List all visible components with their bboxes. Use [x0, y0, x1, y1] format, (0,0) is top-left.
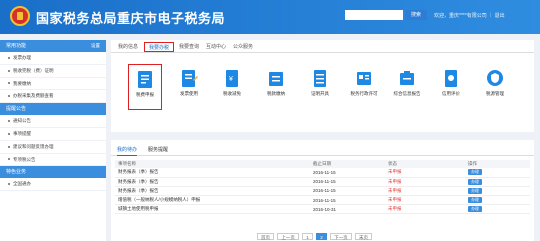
certificate-icon	[314, 70, 326, 87]
tile-tax-relief[interactable]: ¥ 税收减免	[215, 64, 249, 110]
handle-button[interactable]: 办理	[468, 206, 482, 213]
bullet-icon	[8, 95, 10, 98]
handle-button[interactable]: 办理	[468, 187, 482, 194]
tab-interaction[interactable]: 互动中心	[204, 42, 228, 52]
sidebar-item[interactable]: 发票办理	[0, 52, 106, 65]
sidebar: 常用功能 设置 发票办理 税收完税（费）证明 我要缴纳 办税采集及费额查看 提醒…	[0, 40, 106, 241]
tax-declaration-icon	[138, 71, 152, 88]
report-icon	[400, 71, 414, 85]
table-header-row: 事项名称 截止日期 状态 操作	[115, 160, 530, 168]
tile-certificate[interactable]: 证明开具	[303, 64, 337, 110]
sidebar-section-common[interactable]: 常用功能 设置	[0, 40, 106, 52]
tile-credit[interactable]: 信用评价	[434, 64, 468, 110]
search-input[interactable]	[345, 10, 403, 20]
tile-tax-payment[interactable]: 税款缴纳	[259, 64, 293, 110]
page-button-current[interactable]: 2	[316, 233, 327, 240]
sidebar-item[interactable]: 建议和问题反馈办理	[0, 141, 106, 154]
credit-icon	[445, 70, 457, 87]
bullet-icon	[8, 132, 10, 135]
tile-tax-source[interactable]: 税源管理	[478, 64, 512, 110]
section-title: 常用功能	[6, 43, 27, 49]
tab-my-todo[interactable]: 我的待办	[117, 146, 138, 156]
section-title: 提醒公告	[6, 106, 27, 113]
section-title: 特色业务	[6, 169, 27, 176]
tab-do-tax[interactable]: 我要办税	[144, 42, 174, 52]
tile-tax-declaration[interactable]: 税费申报	[128, 64, 162, 110]
next-page-button[interactable]: 下一页	[330, 233, 352, 240]
tab-query[interactable]: 我要查询	[177, 42, 201, 52]
tab-my-info[interactable]: 我的信息	[116, 42, 140, 52]
handle-button[interactable]: 办理	[468, 197, 482, 204]
bullet-icon	[8, 145, 10, 148]
sidebar-item[interactable]: 我要缴纳	[0, 78, 106, 91]
bullet-icon	[8, 82, 10, 85]
bullet-icon	[8, 69, 10, 72]
sidebar-item[interactable]: 税收完税（费）证明	[0, 65, 106, 78]
main-tabs: 我的信息 我要办税 我要查询 互动中心 公众服务	[111, 40, 534, 53]
table-row: 财务报表（季）报告 2016-11-15 未申报 办理	[115, 186, 530, 197]
tax-relief-icon: ¥	[226, 70, 238, 87]
tab-public-service[interactable]: 公众服务	[231, 42, 255, 52]
top-header: 国家税务总局重庆市电子税务局 搜索 欢迎，重庆****有限公司 ｜ 退出	[0, 0, 540, 34]
shield-icon	[487, 70, 503, 86]
settings-link[interactable]: 设置	[91, 40, 100, 52]
todo-panel: 我的待办 服务提醒 事项名称 截止日期 状态 操作 财务报表（季）报告 2016-…	[111, 140, 534, 241]
tile-report[interactable]: 综合信息报告	[390, 64, 424, 110]
invoice-use-icon	[182, 70, 198, 87]
last-page-button[interactable]: 末页	[354, 233, 372, 240]
search-button[interactable]: 搜索	[405, 10, 427, 20]
table-row: 城镇土地使用税申报 2016-10-31 未申报 办理	[115, 204, 530, 215]
prev-page-button[interactable]: 上一页	[277, 233, 299, 240]
sidebar-item[interactable]: 全国通办	[0, 178, 106, 192]
column-header: 截止日期	[310, 160, 385, 168]
tax-emblem-logo	[10, 6, 30, 26]
column-header: 状态	[385, 160, 465, 168]
pagination: 首页 上一页 1 2 下一页 末页	[257, 233, 374, 241]
tile-invoice-use[interactable]: 发票使用	[172, 64, 206, 110]
bullet-icon	[8, 183, 10, 186]
tab-service-reminder[interactable]: 服务提醒	[148, 146, 168, 155]
column-header: 事项名称	[115, 160, 310, 168]
column-header: 操作	[465, 160, 530, 168]
sidebar-section-notice[interactable]: 提醒公告	[0, 103, 106, 116]
page-button[interactable]: 1	[302, 233, 313, 240]
sidebar-section-special[interactable]: 特色业务	[0, 166, 106, 179]
app-title: 国家税务总局重庆市电子税务局	[36, 11, 226, 26]
table-row: 财务报表（季）报告 2016-11-15 未申报 办理	[115, 168, 530, 178]
first-page-button[interactable]: 首页	[257, 233, 274, 240]
sidebar-item[interactable]: 专项税公告	[0, 154, 106, 167]
tax-payment-icon	[269, 72, 283, 86]
todo-table: 事项名称 截止日期 状态 操作 财务报表（季）报告 2016-11-15 未申报 办理…	[115, 160, 530, 215]
handle-button[interactable]: 办理	[468, 169, 482, 176]
sidebar-item[interactable]: 办税采集及费额查看	[0, 90, 106, 104]
table-row: 财务报表（季）报告 2016-11-15 未申报 办理	[115, 177, 530, 187]
main-panel: 我的信息 我要办税 我要查询 互动中心 公众服务 税费申报 发票使用 ¥ 税收减…	[111, 40, 534, 132]
bullet-icon	[8, 120, 10, 122]
table-row: 增值税（一般纳税人/小规模纳税人）申报 2016-11-15 未申报 办理	[115, 195, 530, 206]
todo-tabs: 我的待办 服务提醒	[111, 144, 534, 156]
user-info[interactable]: 欢迎，重庆****有限公司 ｜ 退出	[434, 12, 505, 19]
sidebar-item[interactable]: 事项提醒	[0, 128, 106, 141]
tile-permit[interactable]: 税务行政许可	[347, 64, 381, 110]
handle-button[interactable]: 办理	[468, 178, 482, 185]
sidebar-item[interactable]: 通知公告	[0, 115, 106, 128]
permit-icon	[357, 72, 371, 85]
bullet-icon	[8, 56, 10, 59]
bullet-icon	[8, 158, 10, 161]
svg-text:¥: ¥	[229, 76, 233, 83]
